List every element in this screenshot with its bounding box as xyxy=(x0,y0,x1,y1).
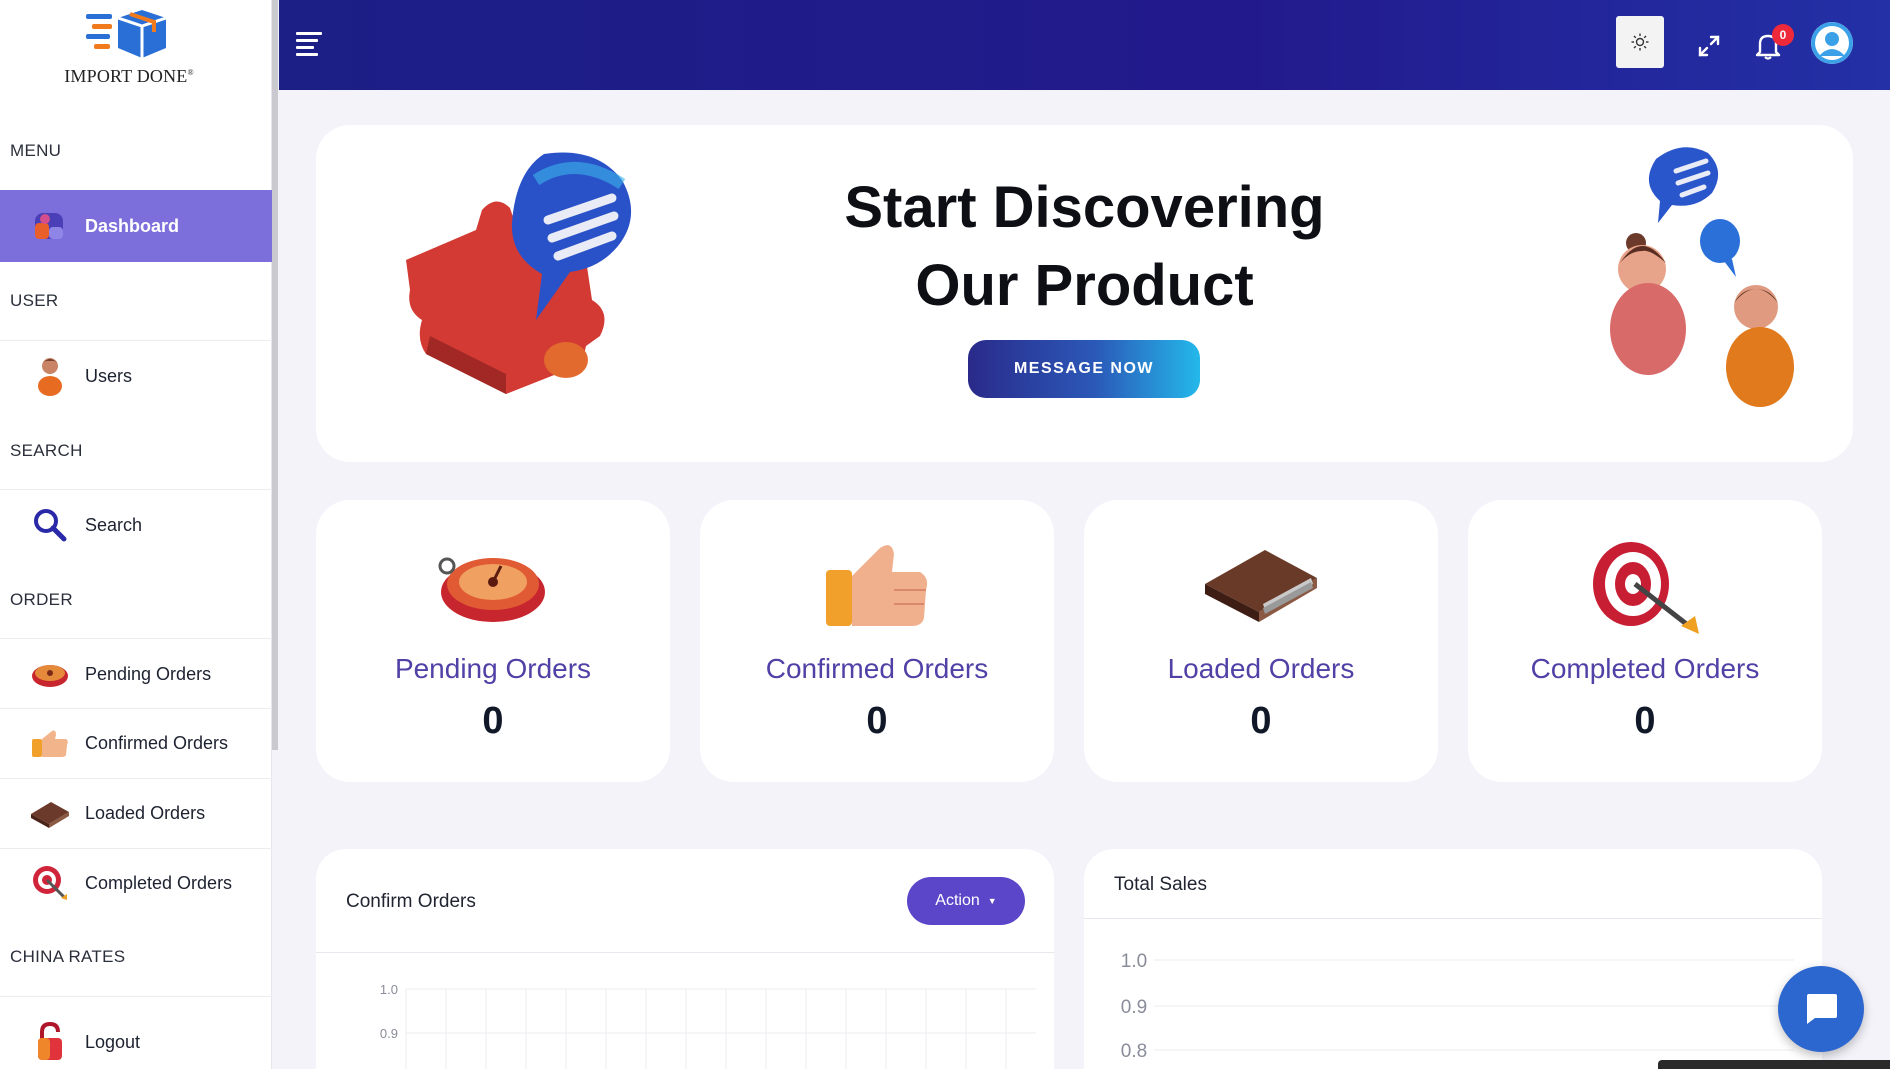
sidebar-item-label: Confirmed Orders xyxy=(85,732,229,753)
action-dropdown-button[interactable]: Action ▼ xyxy=(907,877,1025,925)
sidebar-item-logout[interactable]: Logout xyxy=(0,1008,272,1069)
y-tick: 0.9 xyxy=(380,1026,398,1041)
sidebar-item-users[interactable]: Users xyxy=(0,342,272,410)
bottom-strip xyxy=(1658,1060,1890,1069)
section-china-rates: CHINA RATES xyxy=(10,947,126,966)
brand-name: IMPORT DONE xyxy=(64,66,188,86)
divider xyxy=(316,952,1054,953)
stopwatch-icon xyxy=(316,540,670,624)
stat-label: Completed Orders xyxy=(1530,653,1760,684)
sun-icon xyxy=(1631,33,1649,51)
stat-card-pending[interactable]: Pending Orders 0 xyxy=(316,500,670,782)
topbar: 0 xyxy=(279,0,1890,90)
sidebar-item-completed-orders[interactable]: Completed Orders xyxy=(0,849,272,917)
registered-mark: ® xyxy=(187,68,194,77)
caret-down-icon: ▼ xyxy=(987,896,997,906)
stat-card-confirmed[interactable]: Confirmed Orders 0 xyxy=(700,500,1054,782)
avatar[interactable] xyxy=(1811,22,1853,64)
y-tick: 1.0 xyxy=(380,982,398,997)
section-menu: MENU xyxy=(10,141,62,160)
panel-title: Confirm Orders xyxy=(346,891,476,912)
divider xyxy=(0,340,272,341)
sidebar-item-label: Pending Orders xyxy=(85,663,212,684)
total-sales-chart: 1.0 0.9 0.8 xyxy=(1121,951,1794,1062)
sidebar-item-label: Loaded Orders xyxy=(85,802,206,823)
chat-button[interactable] xyxy=(1778,966,1864,1052)
confirm-orders-chart: 1.0 0.9 xyxy=(380,982,1036,1069)
menu-icon[interactable] xyxy=(296,32,322,60)
stat-label: Loaded Orders xyxy=(1167,653,1355,684)
section-user: USER xyxy=(10,291,59,310)
sidebar-item-label: Logout xyxy=(85,1031,141,1052)
thumbs-up-icon xyxy=(700,540,1054,630)
sidebar-item-label: Dashboard xyxy=(85,215,180,236)
sidebar-item-loaded-orders[interactable]: Loaded Orders xyxy=(0,779,272,847)
box-logo-icon xyxy=(86,10,167,58)
stat-card-completed[interactable]: Completed Orders 0 xyxy=(1468,500,1822,782)
message-now-button[interactable]: MESSAGE NOW xyxy=(968,340,1200,398)
stat-value: 0 xyxy=(1250,700,1272,742)
stat-label: Pending Orders xyxy=(394,653,592,684)
target-icon xyxy=(28,861,72,905)
stat-value: 0 xyxy=(1634,700,1656,742)
brand-logo[interactable]: IMPORT DONE® xyxy=(0,8,258,87)
stat-card-loaded[interactable]: Loaded Orders 0 xyxy=(1084,500,1438,782)
sidebar-item-label: Search xyxy=(85,514,143,535)
sidebar: IMPORT DONE® MENU Dashboard USER Users S… xyxy=(0,0,272,1069)
stat-label: Confirmed Orders xyxy=(765,653,989,684)
hero-banner: Start Discovering Our Product MESSAGE NO… xyxy=(316,125,1853,462)
sidebar-item-label: Completed Orders xyxy=(85,872,233,893)
expand-icon[interactable] xyxy=(1697,34,1721,63)
sidebar-item-label: Users xyxy=(85,365,133,386)
sidebar-scrollbar[interactable] xyxy=(272,0,278,750)
section-search: SEARCH xyxy=(10,441,83,460)
people-chat-illustration xyxy=(1610,147,1794,407)
dashboard-icon xyxy=(28,204,72,248)
action-label: Action xyxy=(935,892,980,909)
stat-value: 0 xyxy=(866,700,888,742)
divider xyxy=(0,638,272,639)
user-icon xyxy=(28,354,72,398)
notification-badge: 0 xyxy=(1772,24,1794,46)
stopwatch-icon xyxy=(28,652,72,696)
divider xyxy=(0,996,272,997)
lock-icon xyxy=(28,1020,72,1064)
sidebar-item-pending-orders[interactable]: Pending Orders xyxy=(0,640,272,708)
sidebar-item-search[interactable]: Search xyxy=(0,491,272,559)
theme-toggle-button[interactable] xyxy=(1616,16,1664,68)
y-tick: 0.9 xyxy=(1121,997,1147,1018)
section-order: ORDER xyxy=(10,590,73,609)
target-icon xyxy=(1468,540,1822,640)
divider xyxy=(0,489,272,490)
y-tick: 0.8 xyxy=(1121,1041,1147,1062)
wallet-icon xyxy=(1084,540,1438,624)
y-tick: 1.0 xyxy=(1121,951,1147,972)
sidebar-item-dashboard[interactable]: Dashboard xyxy=(0,190,272,262)
panel-title: Total Sales xyxy=(1114,874,1207,895)
sidebar-item-confirmed-orders[interactable]: Confirmed Orders xyxy=(0,709,272,777)
chat-bubble-icon xyxy=(1807,994,1837,1024)
total-sales-panel: Total Sales 1.0 0.9 0.8 xyxy=(1084,849,1822,1069)
confirm-orders-panel: Confirm Orders Action ▼ 1.0 0.9 xyxy=(316,849,1054,1069)
wallet-icon xyxy=(28,791,72,835)
stat-value: 0 xyxy=(482,700,504,742)
divider xyxy=(1084,918,1822,919)
thumbs-up-icon xyxy=(28,721,72,765)
search-icon xyxy=(28,503,72,547)
